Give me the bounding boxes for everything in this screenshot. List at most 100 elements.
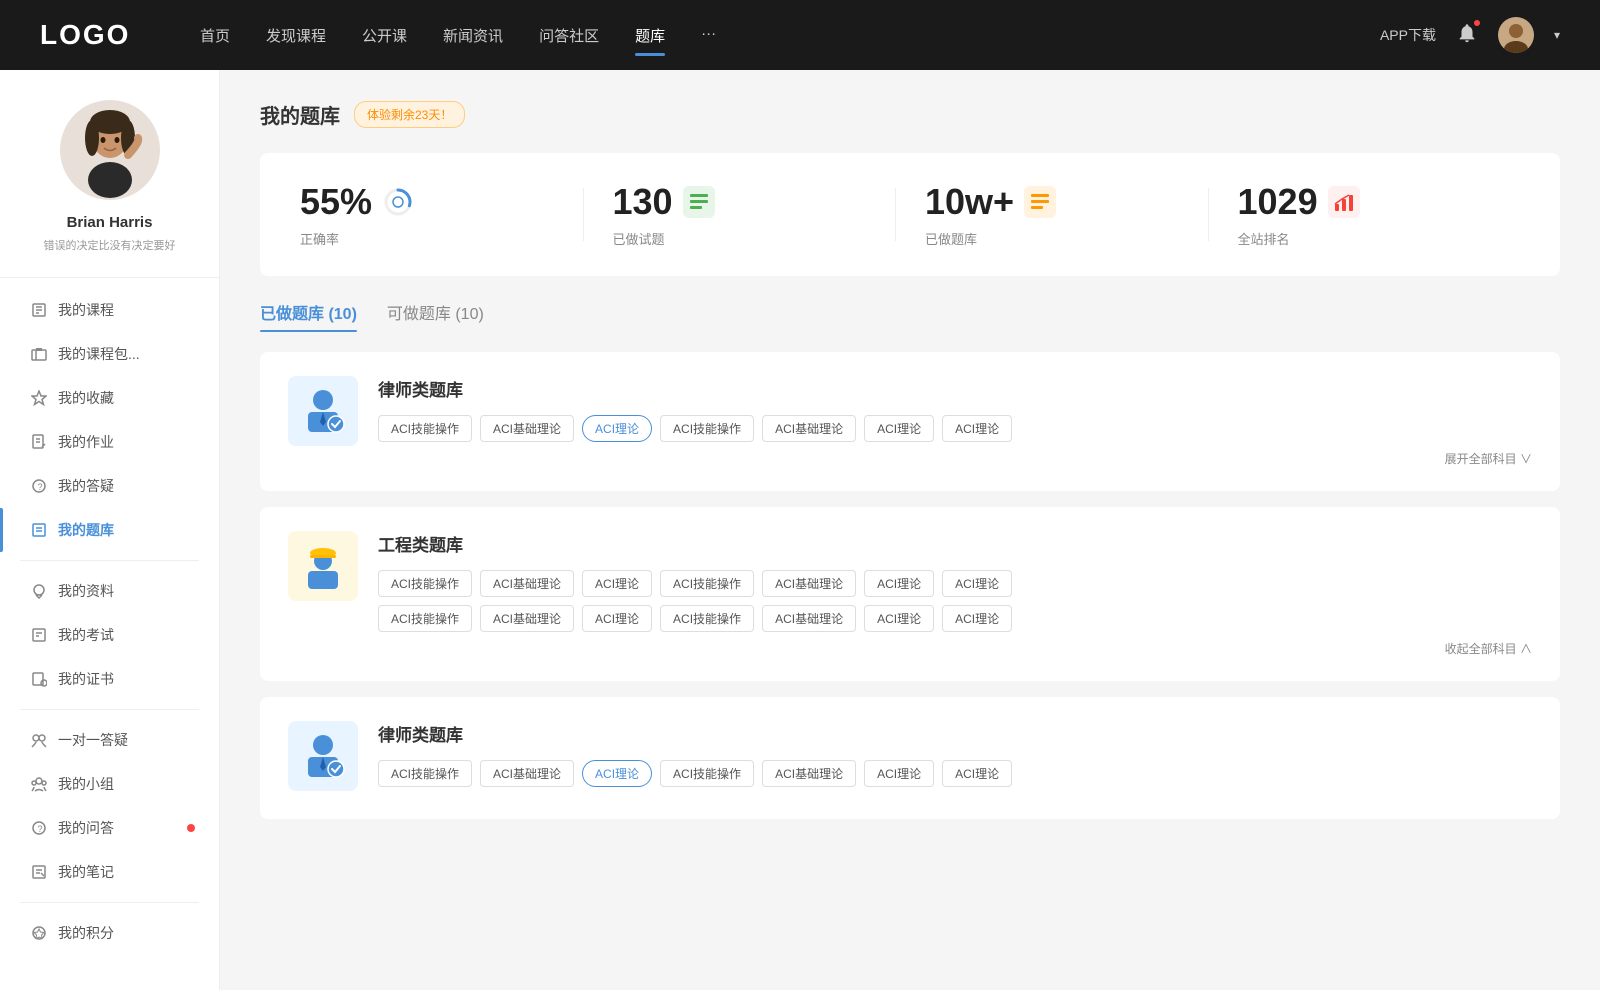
stat-ranking-value: 1029 [1238, 181, 1318, 223]
tag-item[interactable]: ACI技能操作 [660, 605, 754, 632]
tag-item-active[interactable]: ACI理论 [582, 415, 652, 442]
package-icon [30, 345, 48, 363]
svg-text:?: ? [38, 824, 43, 834]
sidebar-item-qa[interactable]: ? 我的答疑 [0, 464, 219, 508]
qbank-engineer-content: 工程类题库 ACI技能操作 ACI基础理论 ACI理论 ACI技能操作 ACI基… [378, 531, 1532, 657]
qa-icon: ? [30, 477, 48, 495]
notification-button[interactable] [1456, 22, 1478, 49]
qbank-card-engineer: 工程类题库 ACI技能操作 ACI基础理论 ACI理论 ACI技能操作 ACI基… [260, 507, 1560, 681]
qbank-engineer-title: 工程类题库 [378, 531, 1532, 556]
sidebar-item-favorite[interactable]: 我的收藏 [0, 376, 219, 420]
tag-item[interactable]: ACI理论 [942, 415, 1012, 442]
tag-item[interactable]: ACI基础理论 [762, 570, 856, 597]
tag-item[interactable]: ACI理论 [582, 570, 652, 597]
page-title: 我的题库 [260, 100, 340, 129]
qbank-lawyer-2-icon [288, 721, 358, 791]
group-icon [30, 775, 48, 793]
main-content: 我的题库 体验剩余23天！ 55% 正确率 [220, 70, 1600, 990]
tag-item[interactable]: ACI基础理论 [480, 760, 574, 787]
user-avatar-nav[interactable] [1498, 17, 1534, 53]
sidebar-profile: Brian Harris 错误的决定比没有决定要好 [0, 100, 219, 278]
nav-qbank[interactable]: 题库 [635, 21, 665, 50]
tag-item[interactable]: ACI理论 [864, 570, 934, 597]
app-download-button[interactable]: APP下载 [1380, 25, 1436, 45]
tag-item[interactable]: ACI技能操作 [660, 415, 754, 442]
tag-item[interactable]: ACI技能操作 [660, 570, 754, 597]
tag-item[interactable]: ACI基础理论 [480, 570, 574, 597]
tag-item[interactable]: ACI技能操作 [378, 760, 472, 787]
sidebar-item-notes[interactable]: 我的笔记 [0, 850, 219, 894]
tag-item[interactable]: ACI技能操作 [378, 415, 472, 442]
qbank-lawyer-1-title: 律师类题库 [378, 376, 1532, 401]
qbank-lawyer-icon [288, 376, 358, 446]
notification-badge [1472, 18, 1482, 28]
tag-item[interactable]: ACI理论 [942, 570, 1012, 597]
qbank-lawyer-1-content: 律师类题库 ACI技能操作 ACI基础理论 ACI理论 ACI技能操作 ACI基… [378, 376, 1532, 467]
nav-home[interactable]: 首页 [200, 21, 230, 50]
nav-discover[interactable]: 发现课程 [266, 21, 326, 50]
tag-item[interactable]: ACI技能操作 [378, 605, 472, 632]
tag-item[interactable]: ACI理论 [864, 760, 934, 787]
sidebar-label-onetone: 一对一答疑 [58, 730, 128, 750]
sidebar-label-notes: 我的笔记 [58, 862, 114, 882]
tag-item-active[interactable]: ACI理论 [582, 760, 652, 787]
sidebar-item-homework[interactable]: 我的作业 [0, 420, 219, 464]
stat-accuracy-label: 正确率 [300, 229, 339, 248]
sidebar-item-course[interactable]: 我的课程 [0, 288, 219, 332]
stat-done-questions: 130 已做试题 [583, 181, 896, 248]
sidebar-label-homework: 我的作业 [58, 432, 114, 452]
collapse-link-engineer[interactable]: 收起全部科目 ∧ [378, 640, 1532, 657]
nav-more[interactable]: ··· [701, 21, 716, 50]
sidebar-item-material[interactable]: 我的资料 [0, 569, 219, 613]
qbank-lawyer-2-title: 律师类题库 [378, 721, 1532, 746]
nav-open-course[interactable]: 公开课 [362, 21, 407, 50]
list-green-icon [683, 186, 715, 218]
user-dropdown-chevron[interactable]: ▾ [1554, 28, 1560, 42]
tag-item[interactable]: ACI基础理论 [480, 605, 574, 632]
tag-item[interactable]: ACI理论 [942, 760, 1012, 787]
stats-panel: 55% 正确率 130 [260, 153, 1560, 276]
sidebar-item-points[interactable]: 我的积分 [0, 911, 219, 955]
qbank-lawyer-1-tags: ACI技能操作 ACI基础理论 ACI理论 ACI技能操作 ACI基础理论 AC… [378, 415, 1532, 442]
tag-item[interactable]: ACI基础理论 [480, 415, 574, 442]
sidebar-item-onetone[interactable]: 一对一答疑 [0, 718, 219, 762]
stat-done-banks-row: 10w+ [925, 181, 1056, 223]
sidebar-divider-2 [20, 709, 199, 710]
tag-item[interactable]: ACI技能操作 [660, 760, 754, 787]
nav-qa[interactable]: 问答社区 [539, 21, 599, 50]
bar-chart-icon [1328, 186, 1360, 218]
tag-item[interactable]: ACI技能操作 [378, 570, 472, 597]
sidebar-item-group[interactable]: 我的小组 [0, 762, 219, 806]
expand-link-lawyer-1[interactable]: 展开全部科目 ∨ [378, 450, 1532, 467]
nav-news[interactable]: 新闻资讯 [443, 21, 503, 50]
stat-done-questions-value: 130 [613, 181, 673, 223]
tag-item[interactable]: ACI理论 [864, 605, 934, 632]
sidebar-item-qbank[interactable]: 我的题库 [0, 508, 219, 552]
sidebar-item-certificate[interactable]: 我的证书 [0, 657, 219, 701]
tag-item[interactable]: ACI理论 [582, 605, 652, 632]
qbank-engineer-tags-row2: ACI技能操作 ACI基础理论 ACI理论 ACI技能操作 ACI基础理论 AC… [378, 605, 1532, 632]
stat-done-banks: 10w+ 已做题库 [895, 181, 1208, 248]
stat-ranking: 1029 全站排名 [1208, 181, 1521, 248]
nav-menu: 首页 发现课程 公开课 新闻资讯 问答社区 题库 ··· [200, 21, 1380, 50]
tag-item[interactable]: ACI基础理论 [762, 760, 856, 787]
sidebar-item-myqa[interactable]: ? 我的问答 [0, 806, 219, 850]
tag-item[interactable]: ACI基础理论 [762, 605, 856, 632]
sidebar-label-material: 我的资料 [58, 581, 114, 601]
sidebar-item-exam[interactable]: 我的考试 [0, 613, 219, 657]
sidebar-label-course: 我的课程 [58, 300, 114, 320]
sidebar-label-qbank: 我的题库 [58, 520, 114, 540]
sidebar-label-certificate: 我的证书 [58, 669, 114, 689]
tag-item[interactable]: ACI基础理论 [762, 415, 856, 442]
tag-item[interactable]: ACI理论 [864, 415, 934, 442]
tag-item[interactable]: ACI理论 [942, 605, 1012, 632]
sidebar-menu: 我的课程 我的课程包... 我的收藏 我的作业 [0, 288, 219, 955]
stat-ranking-label: 全站排名 [1238, 229, 1290, 248]
tab-done-banks[interactable]: 已做题库 (10) [260, 300, 357, 332]
star-icon [30, 389, 48, 407]
tab-todo-banks[interactable]: 可做题库 (10) [387, 300, 484, 332]
stat-done-questions-label: 已做试题 [613, 229, 665, 248]
sidebar-item-package[interactable]: 我的课程包... [0, 332, 219, 376]
qbank-icon [30, 521, 48, 539]
avatar [60, 100, 160, 200]
